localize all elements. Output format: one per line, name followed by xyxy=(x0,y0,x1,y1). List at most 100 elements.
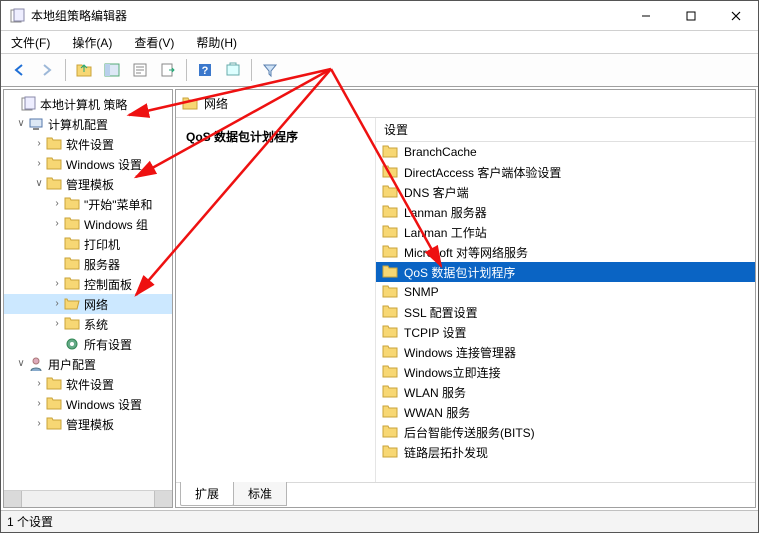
tree-servers[interactable]: 服务器 xyxy=(4,254,172,274)
folder-icon xyxy=(182,96,198,112)
folder-icon xyxy=(64,256,80,272)
list-item[interactable]: WLAN 服务 xyxy=(376,382,755,402)
list-item[interactable]: TCPIP 设置 xyxy=(376,322,755,342)
folder-icon xyxy=(382,304,398,320)
list-item[interactable]: BranchCache xyxy=(376,142,755,162)
tree-windows-components[interactable]: › Windows 组 xyxy=(4,214,172,234)
filter-button[interactable] xyxy=(258,58,282,82)
tree-software-settings[interactable]: › 软件设置 xyxy=(4,134,172,154)
tree-item-label: 管理模板 xyxy=(66,416,114,433)
folder-icon xyxy=(382,444,398,460)
collapse-icon[interactable]: ∨ xyxy=(14,358,28,370)
tab-standard[interactable]: 标准 xyxy=(233,482,287,506)
expand-icon[interactable]: › xyxy=(50,219,64,230)
expand-icon[interactable]: › xyxy=(32,419,46,430)
folder-icon xyxy=(64,196,80,212)
list-item[interactable]: Windows 连接管理器 xyxy=(376,342,755,362)
close-button[interactable] xyxy=(713,1,758,30)
menu-help[interactable]: 帮助(H) xyxy=(192,32,241,53)
show-hide-tree-button[interactable] xyxy=(100,58,124,82)
tree-item-label: "开始"菜单和 xyxy=(84,196,153,213)
tree-item-label: 软件设置 xyxy=(66,136,114,153)
list-item-label: 后台智能传送服务(BITS) xyxy=(404,424,535,441)
list-item[interactable]: Lanman 工作站 xyxy=(376,222,755,242)
tree-all-settings[interactable]: 所有设置 xyxy=(4,334,172,354)
list-item[interactable]: WWAN 服务 xyxy=(376,402,755,422)
tree-computer-config[interactable]: ∨ 计算机配置 xyxy=(4,114,172,134)
menu-view[interactable]: 查看(V) xyxy=(130,32,178,53)
scroll-icon xyxy=(20,96,36,112)
help-button[interactable]: ? xyxy=(193,58,217,82)
tree-item-label: 系统 xyxy=(84,316,108,333)
list-item[interactable]: 后台智能传送服务(BITS) xyxy=(376,422,755,442)
tree-printers[interactable]: 打印机 xyxy=(4,234,172,254)
minimize-button[interactable] xyxy=(623,1,668,30)
list-item[interactable]: 链路层拓扑发现 xyxy=(376,442,755,462)
list-item-label: Lanman 工作站 xyxy=(404,224,487,241)
export-button[interactable] xyxy=(156,58,180,82)
list-item[interactable]: QoS 数据包计划程序 xyxy=(376,262,755,282)
tree-item-label: 所有设置 xyxy=(84,336,132,353)
list-item[interactable]: SNMP xyxy=(376,282,755,302)
expand-icon[interactable]: › xyxy=(50,319,64,330)
refresh-button[interactable] xyxy=(221,58,245,82)
column-header-settings[interactable]: 设置 xyxy=(376,118,755,142)
list-item-label: WWAN 服务 xyxy=(404,404,470,421)
expand-icon[interactable]: › xyxy=(32,139,46,150)
folder-icon xyxy=(382,344,398,360)
folder-icon xyxy=(382,384,398,400)
tree-u-admin-templates[interactable]: › 管理模板 xyxy=(4,414,172,434)
computer-icon xyxy=(28,116,44,132)
tree-hscrollbar[interactable] xyxy=(4,490,172,507)
folder-icon xyxy=(382,164,398,180)
folder-icon xyxy=(64,316,80,332)
folder-icon xyxy=(46,376,62,392)
maximize-button[interactable] xyxy=(668,1,713,30)
tree-root-label: 本地计算机 策略 xyxy=(40,96,127,113)
tree-control-panel[interactable]: › 控制面板 xyxy=(4,274,172,294)
svg-text:?: ? xyxy=(202,65,209,77)
tree-windows-settings[interactable]: › Windows 设置 xyxy=(4,154,172,174)
list-item[interactable]: DirectAccess 客户端体验设置 xyxy=(376,162,755,182)
menu-action[interactable]: 操作(A) xyxy=(68,32,116,53)
folder-icon xyxy=(382,364,398,380)
list-item-label: DNS 客户端 xyxy=(404,184,469,201)
tree-u-windows-settings[interactable]: › Windows 设置 xyxy=(4,394,172,414)
up-button[interactable] xyxy=(72,58,96,82)
list-item-label: 链路层拓扑发现 xyxy=(404,444,488,461)
tree-start-menu[interactable]: › "开始"菜单和 xyxy=(4,194,172,214)
list-item-label: Windows立即连接 xyxy=(404,364,501,381)
expand-icon[interactable]: › xyxy=(32,159,46,170)
expand-icon[interactable]: › xyxy=(50,279,64,290)
user-icon xyxy=(28,356,44,372)
list-item[interactable]: DNS 客户端 xyxy=(376,182,755,202)
folder-icon xyxy=(64,216,80,232)
forward-button[interactable] xyxy=(35,58,59,82)
expand-icon[interactable]: › xyxy=(50,199,64,210)
expand-icon[interactable]: › xyxy=(32,379,46,390)
list-item[interactable]: Windows立即连接 xyxy=(376,362,755,382)
menu-file[interactable]: 文件(F) xyxy=(7,32,54,53)
list-item[interactable]: SSL 配置设置 xyxy=(376,302,755,322)
expand-icon[interactable]: › xyxy=(50,299,64,310)
collapse-icon[interactable]: ∨ xyxy=(32,178,46,190)
tree-item-label: 用户配置 xyxy=(48,356,96,373)
tree-item-label: 打印机 xyxy=(84,236,120,253)
properties-button[interactable] xyxy=(128,58,152,82)
list-item-label: BranchCache xyxy=(404,145,477,159)
list-item[interactable]: Lanman 服务器 xyxy=(376,202,755,222)
tree-system[interactable]: › 系统 xyxy=(4,314,172,334)
menubar: 文件(F) 操作(A) 查看(V) 帮助(H) xyxy=(1,31,758,53)
settings-list[interactable]: BranchCacheDirectAccess 客户端体验设置DNS 客户端La… xyxy=(376,142,755,482)
tree-user-config[interactable]: ∨ 用户配置 xyxy=(4,354,172,374)
expand-icon[interactable]: › xyxy=(32,399,46,410)
list-item-label: WLAN 服务 xyxy=(404,384,466,401)
tree-root[interactable]: 本地计算机 策略 xyxy=(4,94,172,114)
tree-network[interactable]: › 网络 xyxy=(4,294,172,314)
collapse-icon[interactable]: ∨ xyxy=(14,118,28,130)
tab-extended[interactable]: 扩展 xyxy=(180,482,234,506)
tree-u-software-settings[interactable]: › 软件设置 xyxy=(4,374,172,394)
tree-admin-templates[interactable]: ∨ 管理模板 xyxy=(4,174,172,194)
back-button[interactable] xyxy=(7,58,31,82)
list-item[interactable]: Microsoft 对等网络服务 xyxy=(376,242,755,262)
